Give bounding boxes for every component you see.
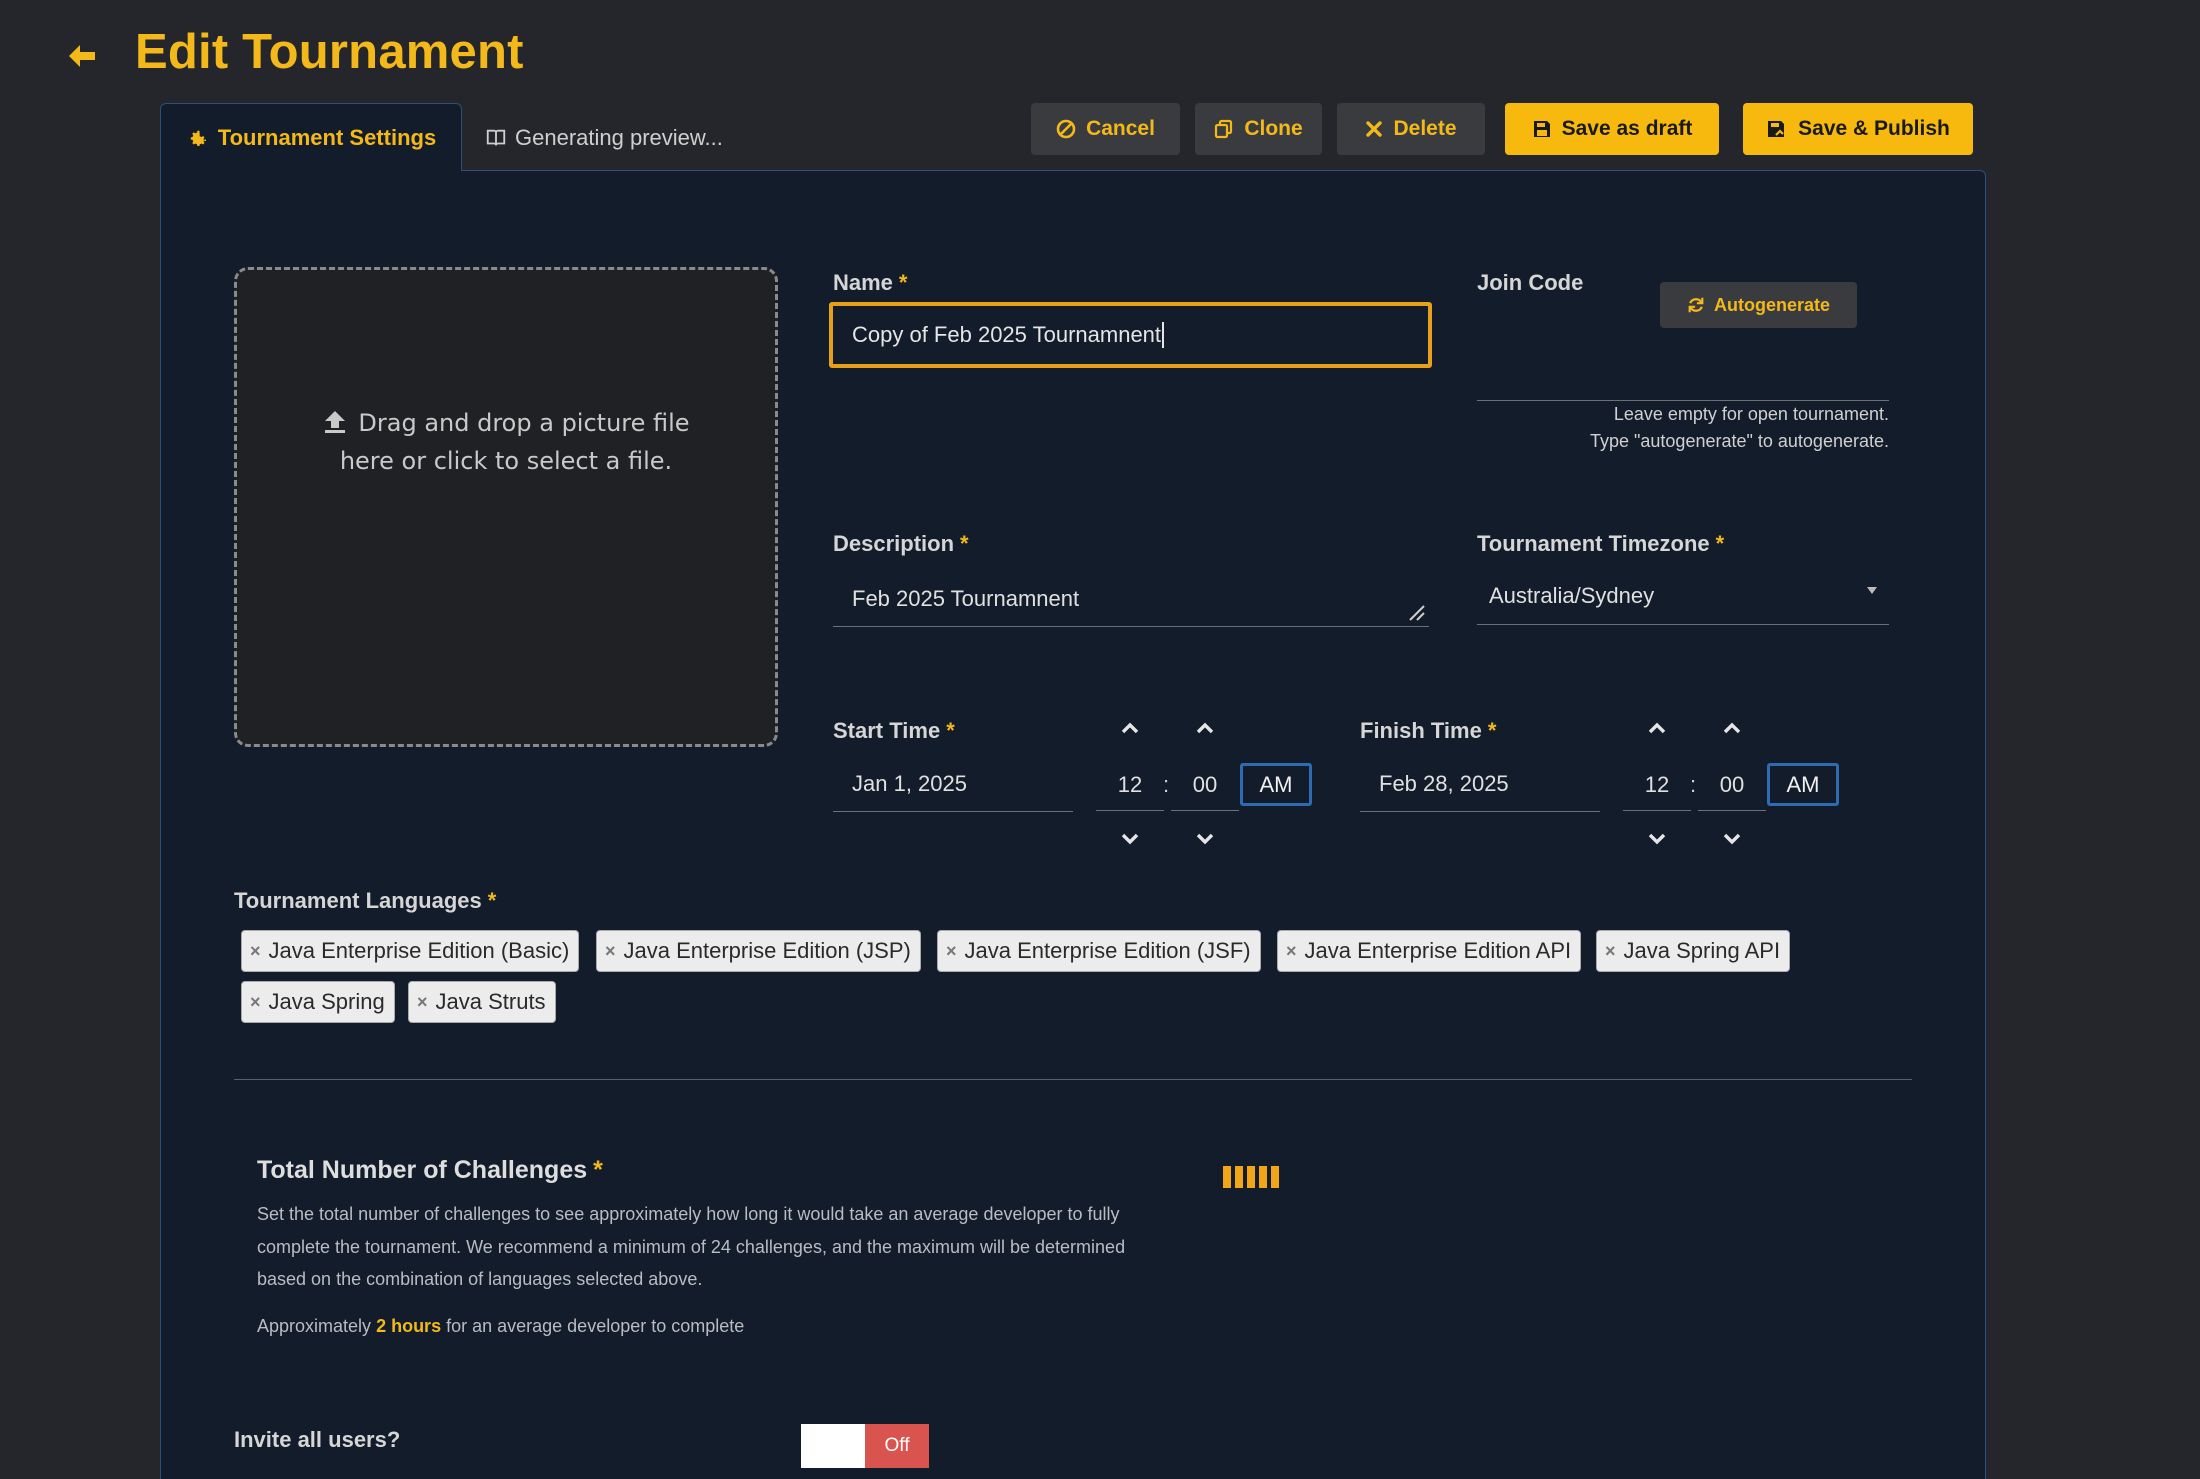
toggle-state: Off	[865, 1424, 929, 1468]
finish-minute-down-button[interactable]	[1712, 824, 1752, 854]
tab-label: Generating preview...	[515, 125, 723, 150]
remove-chip-icon[interactable]: ×	[1605, 941, 1616, 962]
challenges-description: Set the total number of challenges to se…	[257, 1204, 1126, 1289]
time-separator: :	[1690, 772, 1697, 797]
start-minute-input[interactable]: 00	[1171, 759, 1239, 811]
join-code-label: Join Code	[1477, 270, 1584, 295]
finish-date-input[interactable]: Feb 28, 2025	[1360, 756, 1600, 812]
remove-chip-icon[interactable]: ×	[946, 941, 957, 962]
refresh-icon	[1688, 297, 1704, 313]
finish-hour-down-button[interactable]	[1637, 824, 1677, 854]
start-hour-down-button[interactable]	[1110, 824, 1150, 854]
language-chip: × Java Spring	[241, 981, 395, 1023]
save-icon	[1533, 121, 1550, 137]
save-draft-button[interactable]: Save as draft	[1505, 103, 1719, 155]
save-publish-icon	[1768, 121, 1785, 137]
dropzone-text-line1: Drag and drop a picture file	[358, 409, 690, 437]
page-title: Edit Tournament	[135, 25, 524, 79]
chevron-up-icon	[1723, 722, 1741, 734]
toggle-knob	[801, 1424, 865, 1468]
start-ampm-toggle[interactable]: AM	[1240, 763, 1312, 806]
chevron-up-icon	[1196, 722, 1214, 734]
time-separator: :	[1163, 772, 1170, 797]
description-textarea[interactable]: Feb 2025 Tournamnent	[833, 571, 1429, 627]
tab-tournament-settings[interactable]: Tournament Settings	[160, 103, 462, 171]
chevron-up-icon	[1121, 722, 1139, 734]
invite-toggle[interactable]: Off	[801, 1424, 929, 1468]
remove-chip-icon[interactable]: ×	[417, 992, 428, 1013]
back-button[interactable]	[64, 38, 100, 74]
copy-icon	[1215, 119, 1233, 139]
language-chip: × Java Enterprise Edition API	[1277, 930, 1582, 972]
finish-hour-up-button[interactable]	[1637, 713, 1677, 743]
finish-minute-input[interactable]: 00	[1698, 759, 1766, 811]
finish-hour-input[interactable]: 12	[1623, 759, 1691, 811]
name-label: Name *	[833, 270, 908, 295]
resize-handle-icon[interactable]	[1408, 604, 1426, 622]
finish-time-label: Finish Time *	[1360, 718, 1497, 743]
arrow-left-icon	[69, 45, 95, 67]
chevron-down-icon	[1648, 833, 1666, 845]
finish-ampm-toggle[interactable]: AM	[1767, 763, 1839, 806]
join-code-input[interactable]	[1477, 345, 1889, 401]
remove-chip-icon[interactable]: ×	[250, 992, 261, 1013]
finish-minute-up-button[interactable]	[1712, 713, 1752, 743]
caret-down-icon	[1867, 587, 1877, 594]
dropzone-text-line2: here or click to select a file.	[339, 447, 673, 475]
timezone-label: Tournament Timezone *	[1477, 531, 1725, 556]
tab-label: Tournament Settings	[217, 124, 437, 150]
section-divider	[234, 1079, 1912, 1080]
join-code-help: Leave empty for open tournament. Type "a…	[1589, 404, 1889, 451]
tab-preview[interactable]: Generating preview...	[485, 118, 723, 158]
autogenerate-button[interactable]: Autogenerate	[1660, 282, 1857, 328]
delete-button[interactable]: Delete	[1337, 103, 1485, 155]
challenges-estimate: Approximately 2 hours for an average dev…	[257, 1316, 745, 1336]
challenges-title: Total Number of Challenges *	[257, 1156, 603, 1184]
language-chip: × Java Spring API	[1596, 930, 1791, 972]
language-chip: × Java Struts	[408, 981, 556, 1023]
cancel-button[interactable]: Cancel	[1031, 103, 1180, 155]
language-chip: × Java Enterprise Edition (JSF)	[937, 930, 1261, 972]
remove-chip-icon[interactable]: ×	[605, 941, 616, 962]
start-date-input[interactable]: Jan 1, 2025	[833, 756, 1073, 812]
description-label: Description *	[833, 531, 969, 556]
book-icon	[486, 129, 506, 146]
loading-spinner	[1223, 1166, 1279, 1188]
start-hour-input[interactable]: 12	[1096, 759, 1164, 811]
start-hour-up-button[interactable]	[1110, 713, 1150, 743]
chevron-down-icon	[1723, 833, 1741, 845]
remove-chip-icon[interactable]: ×	[1286, 941, 1297, 962]
ban-icon	[1056, 119, 1076, 139]
start-time-label: Start Time *	[833, 718, 955, 743]
upload-icon	[325, 411, 346, 433]
clone-button[interactable]: Clone	[1195, 103, 1322, 155]
image-dropzone[interactable]: Drag and drop a picture file here or cli…	[234, 267, 778, 747]
timezone-select[interactable]: Australia/Sydney	[1477, 567, 1889, 625]
name-input[interactable]: Copy of Feb 2025 Tournamnent	[829, 302, 1432, 368]
language-chip: × Java Enterprise Edition (JSP)	[596, 930, 921, 972]
language-chip: × Java Enterprise Edition (Basic)	[241, 930, 580, 972]
chevron-down-icon	[1121, 833, 1139, 845]
chevron-up-icon	[1648, 722, 1666, 734]
remove-chip-icon[interactable]: ×	[250, 941, 261, 962]
chevron-down-icon	[1196, 833, 1214, 845]
save-publish-button[interactable]: Save & Publish	[1743, 103, 1973, 155]
gear-icon	[190, 130, 206, 146]
close-icon	[1366, 121, 1383, 137]
invite-label: Invite all users?	[234, 1427, 401, 1452]
start-minute-down-button[interactable]	[1185, 824, 1225, 854]
languages-label: Tournament Languages *	[234, 888, 497, 913]
start-minute-up-button[interactable]	[1185, 713, 1225, 743]
